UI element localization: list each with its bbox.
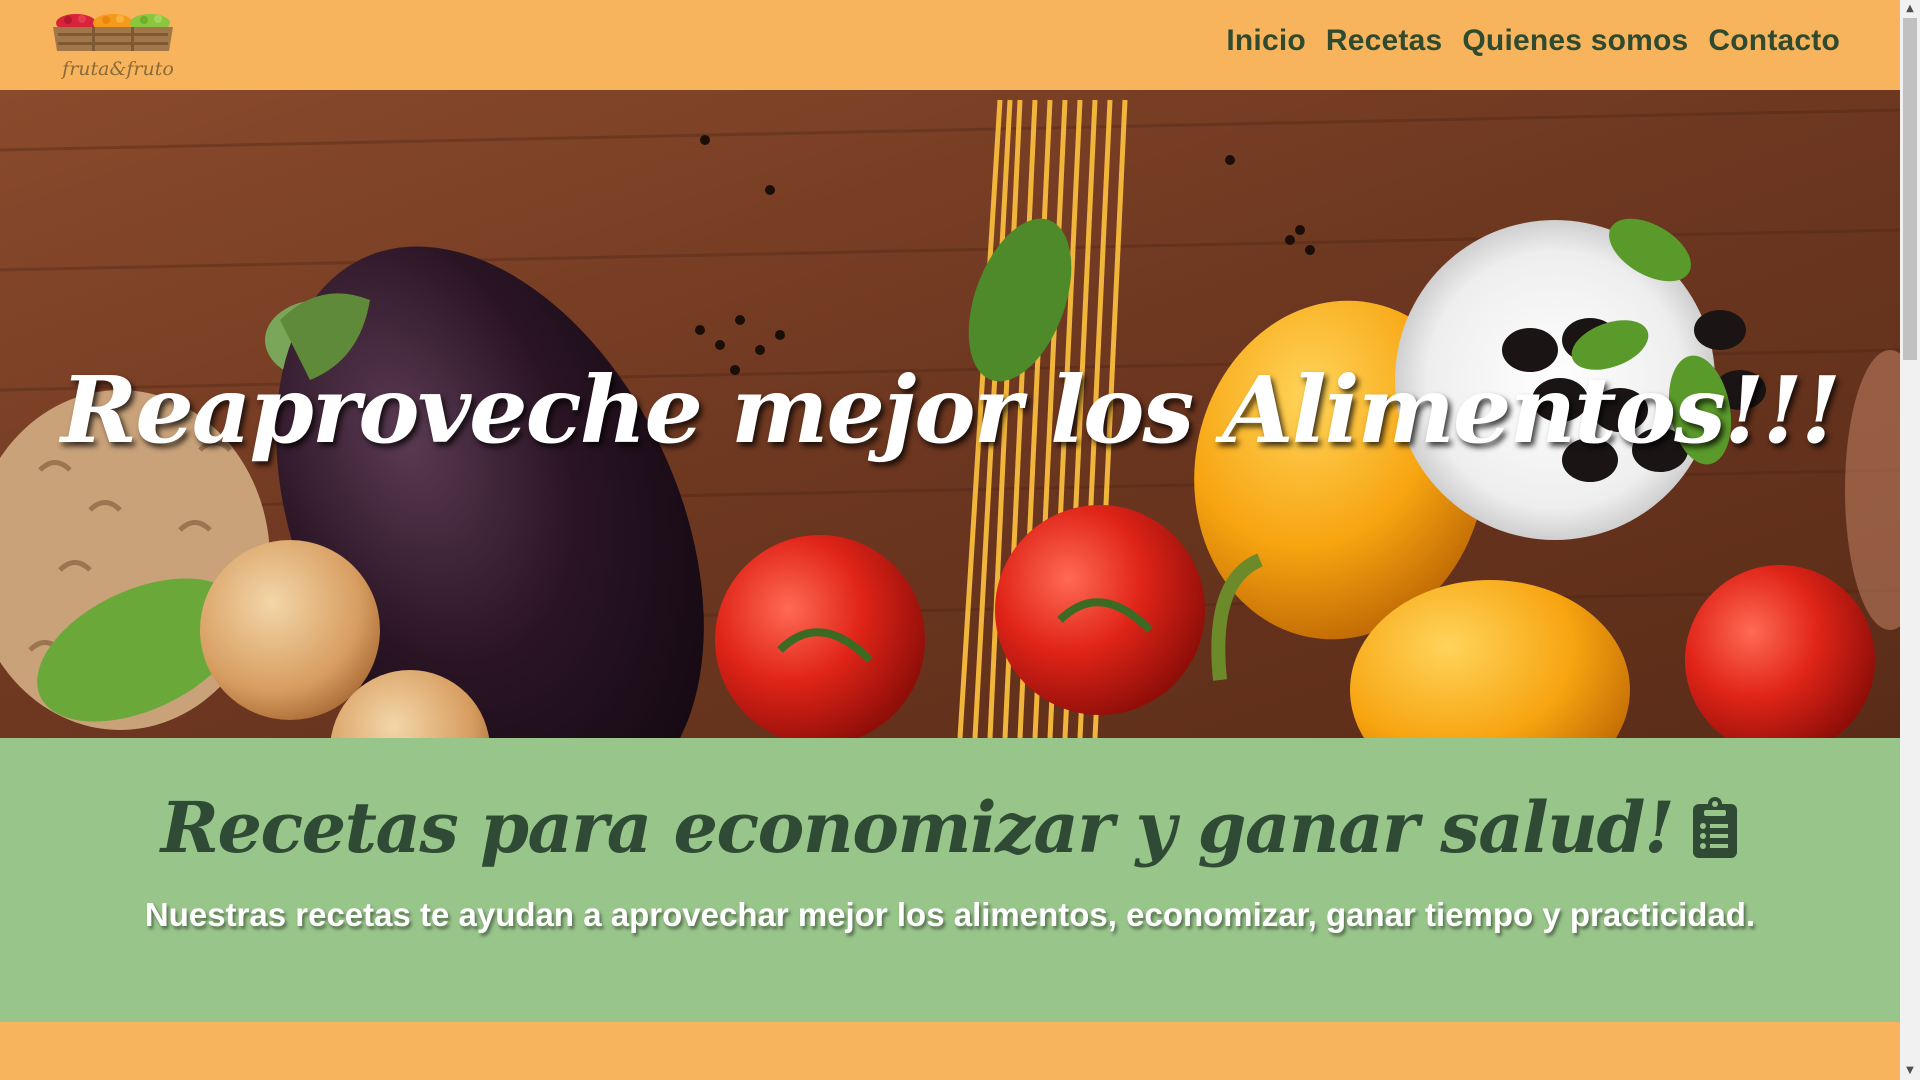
clipboard-list-icon: [1693, 796, 1738, 858]
scroll-down-arrow-icon[interactable]: ▼: [1900, 1062, 1920, 1080]
recipes-heading: Recetas para economizar y ganar salud!: [0, 786, 1900, 869]
nav-inicio[interactable]: Inicio: [1226, 24, 1306, 58]
hero-banner: Reaproveche mejor los Alimentos!!!: [0, 90, 1900, 738]
nav-recetas[interactable]: Recetas: [1326, 24, 1442, 58]
hero-title: Reaproveche mejor los Alimentos!!!: [60, 356, 1841, 464]
site-header: fruta&fruto Inicio Recetas Quienes somos…: [0, 0, 1900, 90]
page-scrollbar[interactable]: ▲ ▼: [1900, 0, 1920, 1080]
main-nav: Inicio Recetas Quienes somos Contacto: [1226, 24, 1840, 58]
site-logo[interactable]: fruta&fruto: [48, 8, 178, 82]
scroll-thumb[interactable]: [1903, 18, 1917, 360]
recipes-description: Nuestras recetas te ayudan a aprovechar …: [144, 896, 1756, 933]
recipes-section: Recetas para economizar y ganar salud! N…: [0, 738, 1900, 1022]
recipes-title: Recetas para economizar y ganar salud!: [160, 786, 1675, 869]
scroll-up-arrow-icon[interactable]: ▲: [1900, 0, 1920, 18]
nav-quienes-somos[interactable]: Quienes somos: [1462, 24, 1688, 58]
nav-contacto[interactable]: Contacto: [1708, 24, 1840, 58]
logo-text: fruta&fruto: [62, 58, 174, 80]
fruit-crates-icon: [53, 14, 173, 51]
